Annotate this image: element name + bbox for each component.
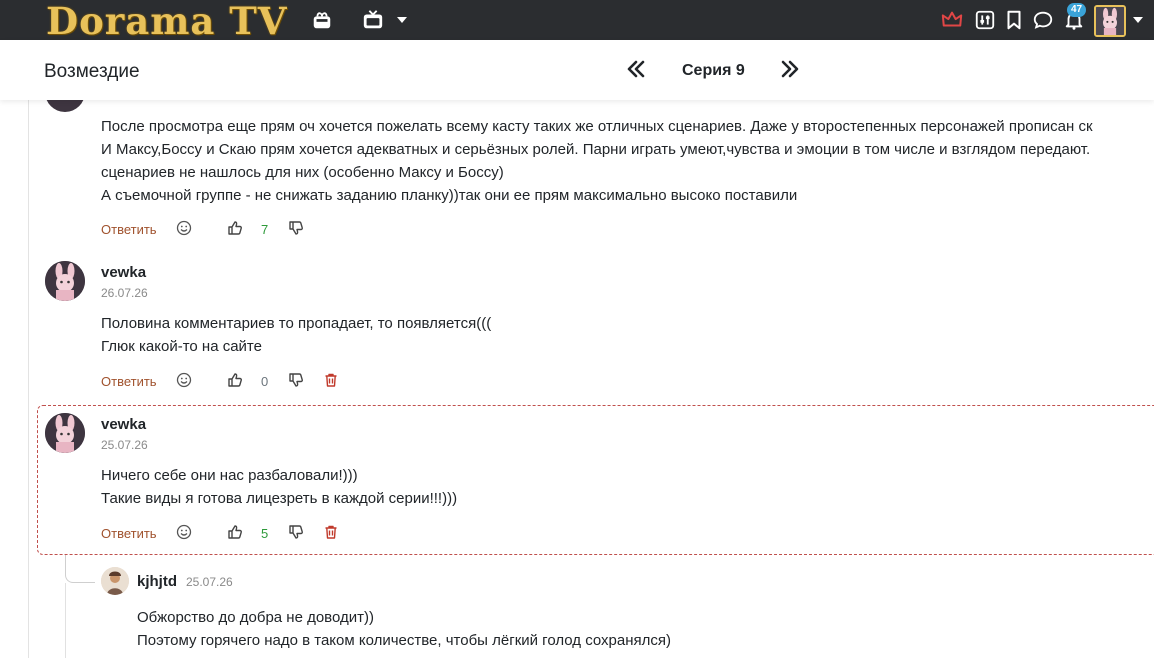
thumbs-up-icon[interactable] (227, 524, 245, 542)
top-navbar: Dorama TV 47 (0, 0, 1154, 42)
thumbs-down-icon[interactable] (288, 524, 306, 542)
chevron-down-icon[interactable] (1133, 17, 1143, 23)
thumbs-up-icon[interactable] (227, 372, 245, 390)
like-count: 5 (261, 526, 269, 541)
episode-label: Серия 9 (682, 62, 745, 79)
page-title: Возмездие (44, 61, 140, 82)
reply-thread-line (65, 555, 95, 583)
emoji-icon[interactable] (176, 524, 194, 542)
prev-episode-icon[interactable] (623, 56, 649, 82)
chat-icon[interactable] (1031, 8, 1055, 32)
chevron-down-icon[interactable] (397, 17, 407, 23)
comment-date: 26.07.26 (101, 286, 148, 300)
comment-actions: Ответить 7 (101, 220, 401, 240)
crown-icon[interactable] (940, 8, 964, 32)
comment-text: Обжорство до добра не доводит)) Поэтому … (137, 609, 671, 649)
reply-button[interactable]: Ответить (101, 526, 157, 541)
comment-date: 25.07.26 (186, 575, 233, 589)
gift-icon[interactable] (310, 8, 334, 32)
comment-text: После просмотра еще прям оч хочется поже… (101, 118, 1093, 204)
like-count: 0 (261, 374, 269, 389)
avatar[interactable] (45, 261, 85, 301)
thumbs-up-icon[interactable] (227, 220, 245, 238)
bookmark-icon[interactable] (1002, 8, 1026, 32)
avatar[interactable] (45, 100, 85, 112)
reply-button[interactable]: Ответить (101, 222, 157, 237)
sliders-icon[interactable] (973, 8, 997, 32)
comment-author[interactable]: vewka (101, 416, 146, 433)
like-count: 7 (261, 222, 269, 237)
thumbs-down-icon[interactable] (288, 220, 306, 238)
next-episode-icon[interactable] (777, 56, 803, 82)
reply-thread-line (65, 583, 66, 658)
reply-button[interactable]: Ответить (101, 374, 157, 389)
comment-text: Ничего себе они нас разбаловали!))) Таки… (101, 467, 458, 507)
avatar[interactable] (45, 413, 85, 453)
comments-section: После просмотра еще прям оч хочется поже… (0, 100, 1154, 658)
tv-icon[interactable] (361, 8, 385, 32)
comment-date: 25.07.26 (101, 438, 148, 452)
avatar[interactable] (101, 567, 129, 595)
trash-icon[interactable] (323, 372, 341, 390)
trash-icon[interactable] (323, 524, 341, 542)
episode-title-bar: Возмездие Серия 9 (0, 40, 1154, 100)
comment-actions: Ответить 0 (101, 372, 401, 392)
comment-text: Половина комментариев то пропадает, то п… (101, 315, 492, 355)
user-avatar[interactable] (1094, 5, 1126, 37)
emoji-icon[interactable] (176, 220, 194, 238)
site-logo[interactable]: Dorama TV (46, 0, 287, 42)
comment-actions: Ответить 5 (101, 524, 401, 544)
divider (28, 100, 29, 658)
comment-author[interactable]: vewka (101, 264, 146, 281)
notification-badge: 47 (1067, 3, 1087, 17)
thumbs-down-icon[interactable] (288, 372, 306, 390)
comment-author[interactable]: kjhjtd (137, 573, 177, 590)
emoji-icon[interactable] (176, 372, 194, 390)
